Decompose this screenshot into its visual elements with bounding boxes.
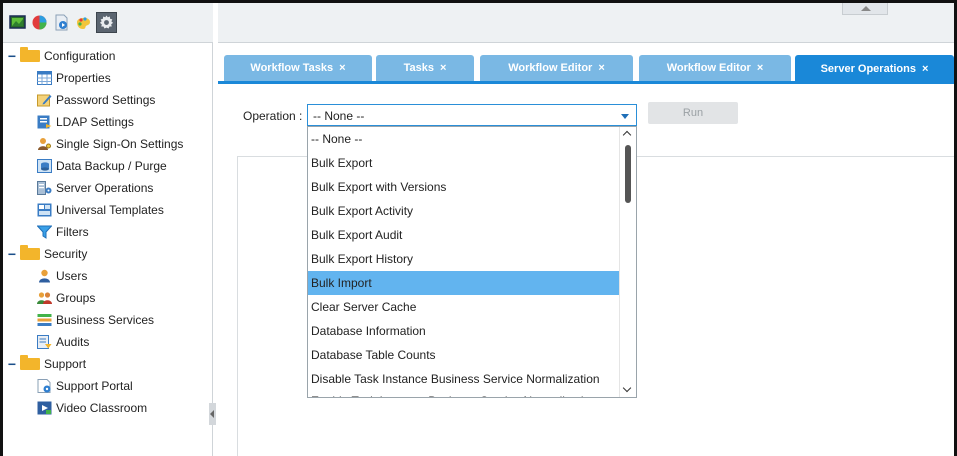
tree-item-data-backup-purge[interactable]: Data Backup / Purge — [37, 155, 167, 177]
tab-server-operations[interactable]: Server Operations × — [795, 55, 954, 82]
tree-item-ldap-settings[interactable]: LDAP Settings — [37, 111, 134, 133]
dropdown-option[interactable]: Bulk Export with Versions — [308, 175, 620, 199]
folder-icon — [20, 245, 40, 260]
close-icon[interactable]: × — [440, 62, 446, 74]
tree-item-password-settings[interactable]: Password Settings — [37, 89, 155, 111]
palette-icon[interactable] — [75, 14, 92, 31]
tree-group-support[interactable]: − Support — [6, 353, 86, 375]
operation-dropdown-list: -- None -- Bulk Export Bulk Export with … — [307, 126, 637, 398]
dropdown-option[interactable]: Bulk Export Audit — [308, 223, 620, 247]
collapse-header-button[interactable] — [842, 3, 888, 15]
tree-item-video-classroom[interactable]: Video Classroom — [37, 397, 147, 419]
tree-group-label: Support — [44, 357, 87, 371]
tree-item-groups[interactable]: Groups — [37, 287, 95, 309]
tree-item-business-services[interactable]: Business Services — [37, 309, 154, 331]
tree-item-filters[interactable]: Filters — [37, 221, 89, 243]
dropdown-option[interactable]: Disable Task Instance Business Service N… — [308, 367, 620, 391]
database-backup-icon — [37, 159, 52, 173]
tab-workflow-tasks[interactable]: Workflow Tasks × — [224, 55, 372, 81]
server-gear-icon — [37, 181, 52, 195]
folder-icon — [20, 355, 40, 370]
close-icon[interactable]: × — [922, 63, 928, 75]
table-icon — [37, 71, 52, 85]
nav-toolbar — [3, 3, 213, 43]
collapse-security-icon[interactable]: − — [6, 246, 18, 262]
navigation-panel: − Configuration Properties Password Sett… — [3, 3, 213, 456]
group-icon — [37, 292, 52, 304]
tree-group-label: Configuration — [44, 49, 116, 63]
operation-label: Operation : — [243, 109, 303, 123]
tree-item-audits[interactable]: Audits — [37, 331, 89, 353]
tab-workflow-editor-1[interactable]: Workflow Editor × — [480, 55, 633, 81]
support-page-icon — [37, 379, 51, 393]
dropdown-option[interactable]: Enable Task Instance Business Service No… — [308, 389, 620, 397]
tab-bar: Workflow Tasks × Tasks × Workflow Editor × … — [218, 55, 954, 84]
chevron-down-icon[interactable] — [621, 114, 629, 119]
scroll-down-icon[interactable] — [622, 383, 632, 393]
run-button[interactable]: Run — [648, 102, 738, 124]
dropdown-option[interactable]: Database Table Counts — [308, 343, 620, 367]
dropdown-option[interactable]: -- None -- — [308, 127, 620, 151]
audit-icon — [37, 335, 52, 349]
tree-group-configuration[interactable]: − Configuration — [6, 45, 115, 67]
collapse-panel-handle[interactable] — [209, 403, 216, 425]
video-icon — [37, 401, 52, 415]
operation-select[interactable]: -- None -- — [307, 104, 637, 126]
tree-group-security[interactable]: − Security — [6, 243, 87, 265]
close-icon[interactable]: × — [339, 62, 345, 74]
collapse-support-icon[interactable]: − — [6, 356, 18, 372]
dropdown-option[interactable]: Database Information — [308, 319, 620, 343]
edit-form-icon — [37, 94, 52, 107]
document-play-icon[interactable] — [53, 14, 70, 31]
header-strip — [218, 3, 954, 43]
tab-tasks[interactable]: Tasks × — [376, 55, 474, 81]
user-key-icon — [38, 138, 51, 150]
dropdown-scrollbar[interactable] — [619, 127, 636, 397]
gear-icon — [99, 15, 114, 29]
user-icon — [39, 269, 50, 283]
folder-icon — [20, 47, 40, 62]
directory-icon — [37, 115, 52, 129]
dropdown-option-highlighted[interactable]: Bulk Import — [308, 271, 620, 295]
operation-selected-value: -- None -- — [313, 109, 365, 123]
dropdown-option[interactable]: Bulk Export History — [308, 247, 620, 271]
dropdown-option[interactable]: Bulk Export — [308, 151, 620, 175]
pie-chart-icon[interactable] — [31, 14, 48, 31]
dropdown-option[interactable]: Clear Server Cache — [308, 295, 620, 319]
filter-icon — [37, 225, 52, 239]
monitor-icon[interactable] — [9, 14, 26, 31]
close-icon[interactable]: × — [757, 62, 763, 74]
settings-toolbar-button[interactable] — [96, 12, 117, 33]
collapse-configuration-icon[interactable]: − — [6, 48, 18, 64]
template-icon — [37, 203, 52, 217]
close-icon[interactable]: × — [598, 62, 604, 74]
scroll-thumb[interactable] — [625, 145, 631, 203]
tree-item-properties[interactable]: Properties — [37, 67, 111, 89]
main-panel: Workflow Tasks × Tasks × Workflow Editor × … — [218, 3, 954, 456]
business-services-icon — [37, 314, 52, 326]
tree-group-label: Security — [44, 247, 88, 261]
scroll-up-icon[interactable] — [622, 130, 632, 140]
tree-item-server-operations[interactable]: Server Operations — [37, 177, 153, 199]
tree-item-single-sign-on-settings[interactable]: Single Sign-On Settings — [37, 133, 183, 155]
tree-item-users[interactable]: Users — [37, 265, 87, 287]
tree-item-universal-templates[interactable]: Universal Templates — [37, 199, 164, 221]
dropdown-option[interactable]: Bulk Export Activity — [308, 199, 620, 223]
tree-item-support-portal[interactable]: Support Portal — [37, 375, 133, 397]
tab-workflow-editor-2[interactable]: Workflow Editor × — [639, 55, 791, 81]
